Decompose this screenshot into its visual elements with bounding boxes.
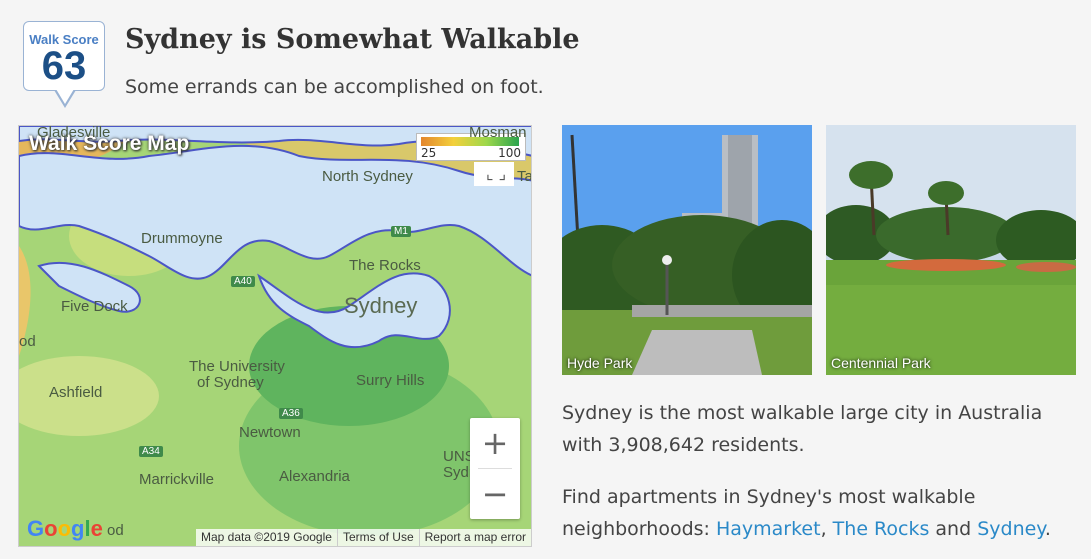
legend-max: 100 — [498, 146, 521, 160]
map-label-od: od — [19, 333, 36, 350]
page-subtitle: Some errands can be accomplished on foot… — [125, 76, 544, 98]
google-logo: Google — [27, 516, 103, 541]
walk-score-value: 63 — [41, 44, 87, 88]
map-label-the-rocks: The Rocks — [349, 257, 421, 274]
badge-pointer-inner — [56, 89, 74, 104]
link-separator-2: and — [929, 518, 978, 540]
map-label-alexandria: Alexandria — [279, 468, 350, 485]
map-label-mosman: Mosman — [469, 125, 527, 141]
map-label-ta: Ta — [517, 168, 532, 185]
walk-score-badge: Walk Score 63 — [23, 21, 105, 91]
map-background — [19, 126, 531, 546]
link-sydney[interactable]: Sydney — [977, 518, 1045, 540]
hyde-park-image — [562, 125, 812, 375]
map-label-od-bottom: od — [107, 522, 124, 539]
page-title: Sydney is Somewhat Walkable — [125, 24, 580, 55]
map-label-newtown: Newtown — [239, 424, 301, 441]
road-a40: A40 — [231, 276, 255, 287]
sentence-end: . — [1044, 518, 1051, 540]
walk-score-map[interactable]: Walk Score Map 25 100 ⌞ ⌟ Gladesville Mo… — [18, 125, 532, 547]
report-map-error-link[interactable]: Report a map error — [418, 529, 531, 546]
zoom-in-button[interactable]: + — [470, 418, 520, 468]
road-a34: A34 — [139, 446, 163, 457]
map-label-north-sydney: North Sydney — [322, 168, 413, 185]
walkability-description: Sydney is the most walkable large city i… — [562, 402, 1043, 456]
map-label-five-dock: Five Dock — [61, 298, 128, 315]
map-label-gladesville: Gladesville — [37, 125, 111, 141]
centennial-park-image — [826, 125, 1076, 375]
photo-centennial-park[interactable]: Centennial Park — [826, 125, 1076, 375]
map-label-university: The University — [189, 358, 285, 375]
terms-of-use-link[interactable]: Terms of Use — [336, 529, 419, 546]
road-a36: A36 — [279, 408, 303, 419]
fullscreen-button[interactable]: ⌞ ⌟ — [474, 162, 514, 186]
link-separator-1: , — [820, 518, 833, 540]
map-label-university-2: of Sydney — [197, 374, 264, 391]
map-label-sydney: Sydney — [344, 293, 418, 318]
zoom-out-button[interactable]: − — [470, 469, 520, 519]
map-data-credit: Map data ©2019 Google — [201, 530, 332, 544]
road-m1: M1 — [391, 226, 411, 237]
photo-caption: Hyde Park — [567, 355, 633, 371]
fullscreen-icon: ⌞ ⌟ — [486, 164, 507, 183]
map-attribution: Map data ©2019 Google Terms of Use Repor… — [196, 529, 531, 546]
zoom-controls: + − — [470, 418, 520, 519]
link-haymarket[interactable]: Haymarket — [716, 518, 821, 540]
link-the-rocks[interactable]: The Rocks — [833, 518, 930, 540]
legend-min: 25 — [421, 146, 437, 160]
find-apartments-text: Find apartments in Sydney's most walkabl… — [562, 481, 1072, 545]
photo-caption: Centennial Park — [831, 355, 931, 371]
map-label-ashfield: Ashfield — [49, 384, 103, 401]
map-label-surry-hills: Surry Hills — [356, 372, 425, 389]
map-label-drummoyne: Drummoyne — [141, 230, 223, 247]
map-label-marrickville: Marrickville — [139, 471, 214, 488]
photo-hyde-park[interactable]: Hyde Park — [562, 125, 812, 375]
